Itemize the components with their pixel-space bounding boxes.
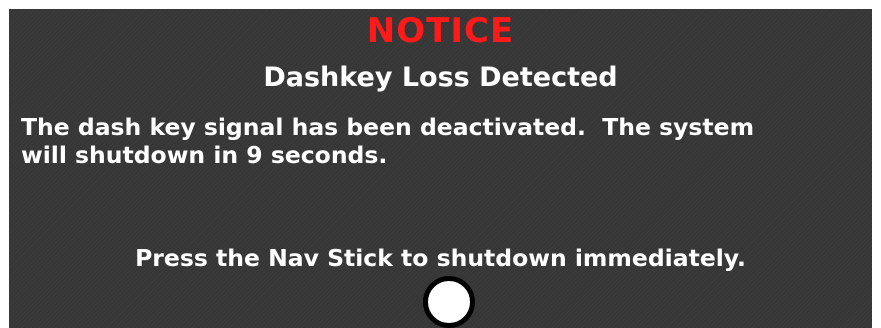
shutdown-notice-dialog: NOTICE Dashkey Loss Detected The dash ke…	[9, 9, 872, 328]
message-line-2: will shutdown in 9 seconds.	[21, 141, 388, 169]
message-line-1: The dash key signal has been deactivated…	[21, 113, 755, 141]
shutdown-prompt: Press the Nav Stick to shutdown immediat…	[135, 244, 746, 272]
dialog-title: Dashkey Loss Detected	[263, 62, 618, 93]
notice-heading: NOTICE	[366, 11, 515, 51]
dialog-message: The dash key signal has been deactivated…	[21, 113, 861, 169]
nav-stick-button-icon[interactable]	[423, 276, 475, 328]
